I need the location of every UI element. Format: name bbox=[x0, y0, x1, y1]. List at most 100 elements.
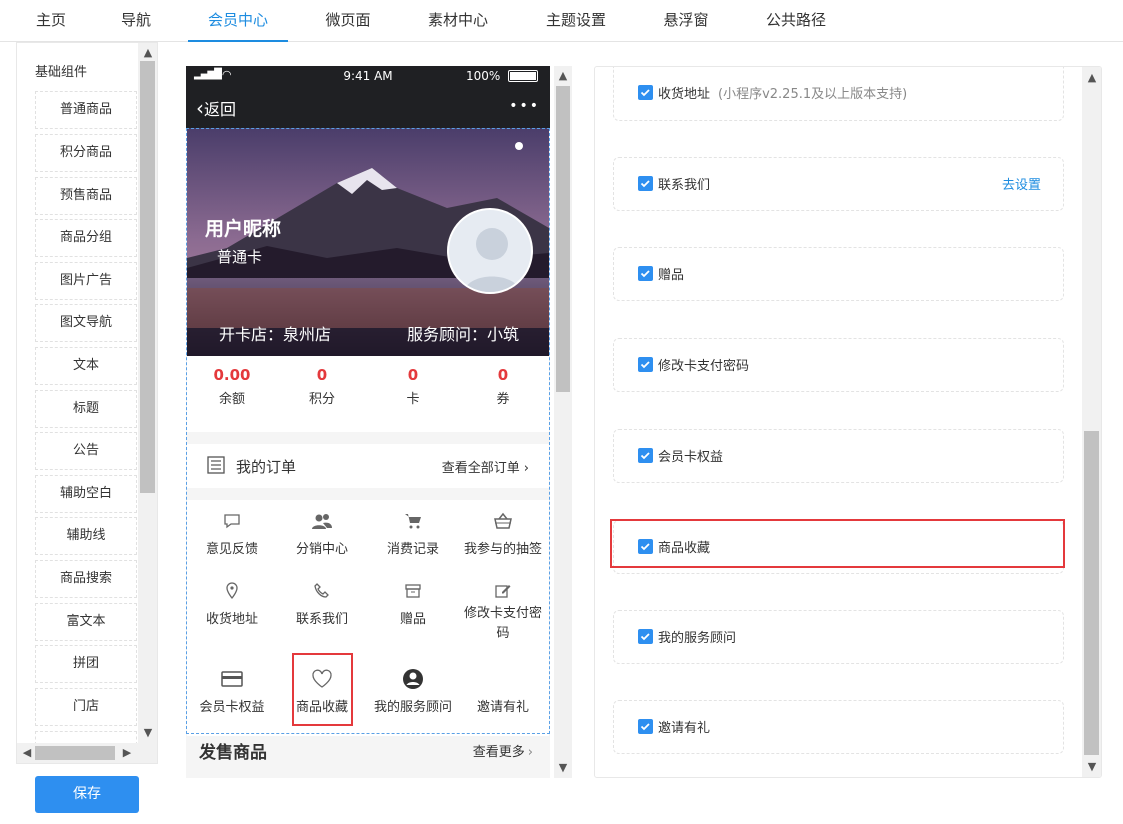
setting-option: 修改卡支付密码 bbox=[613, 338, 1064, 392]
scrollbar-thumb[interactable] bbox=[1084, 431, 1099, 755]
grid-item-label: 联系我们 bbox=[295, 612, 348, 627]
archive-box-icon bbox=[405, 584, 421, 598]
go-settings-link[interactable]: 去设置 bbox=[1002, 174, 1041, 193]
checkbox-checked-icon[interactable] bbox=[638, 357, 653, 372]
panel-vertical-scrollbar[interactable]: ▲ ▼ bbox=[138, 43, 157, 743]
cart-icon bbox=[405, 514, 421, 529]
component-item[interactable]: 普通商品 bbox=[35, 91, 137, 129]
sale-products-header: 发售商品 查看更多 › bbox=[187, 736, 549, 778]
tab-home[interactable]: 主页 bbox=[20, 0, 82, 42]
grid-item-lottery[interactable]: 我参与的抽签 bbox=[458, 510, 548, 557]
grid-item-label: 消费记录 bbox=[386, 542, 439, 557]
setting-note: (小程序v2.25.1及以上版本支持) bbox=[718, 87, 908, 102]
scroll-up-icon[interactable]: ▲ bbox=[1084, 70, 1100, 86]
view-more-link[interactable]: 查看更多 › bbox=[473, 741, 533, 760]
component-item[interactable]: 辅助空白 bbox=[35, 475, 137, 513]
member-profile-banner: 用户昵称 普通卡 开卡店：泉州店 服务顾问：小筑 bbox=[187, 128, 549, 356]
tab-micro-page[interactable]: 微页面 bbox=[312, 0, 384, 42]
scroll-up-icon[interactable]: ▲ bbox=[555, 68, 571, 84]
tab-floating-window[interactable]: 悬浮窗 bbox=[648, 0, 724, 42]
component-item[interactable]: 富文本 bbox=[35, 603, 137, 641]
checkbox-checked-icon[interactable] bbox=[638, 266, 653, 281]
balance-stat[interactable]: 0.00 余额 bbox=[197, 366, 267, 407]
scroll-down-icon[interactable]: ▼ bbox=[140, 725, 156, 741]
component-item[interactable]: 标题 bbox=[35, 390, 137, 428]
hscrollbar-thumb[interactable] bbox=[35, 746, 115, 760]
scroll-left-icon[interactable]: ◀ bbox=[19, 745, 35, 761]
setting-option: 邀请有礼 bbox=[613, 700, 1064, 754]
grid-item-card-benefits[interactable]: 会员卡权益 bbox=[187, 668, 277, 715]
points-stat[interactable]: 0 积分 bbox=[287, 366, 357, 407]
preview-scrollbar[interactable]: ▲ ▼ bbox=[554, 66, 572, 778]
card-icon bbox=[221, 671, 243, 687]
location-pin-icon bbox=[226, 582, 238, 600]
checkbox-checked-icon[interactable] bbox=[638, 719, 653, 734]
favorites-setting-highlight-box bbox=[610, 519, 1065, 568]
component-item[interactable]: 拼团 bbox=[35, 645, 137, 683]
component-item[interactable]: 积分商品 bbox=[35, 134, 137, 172]
component-item[interactable]: 商品搜索 bbox=[35, 560, 137, 598]
user-avatar-icon bbox=[463, 228, 521, 292]
tab-member-center[interactable]: 会员中心 bbox=[188, 0, 288, 42]
scrollbar-thumb[interactable] bbox=[556, 86, 570, 392]
stat-value: 0 bbox=[316, 366, 328, 384]
chevron-right-icon: › bbox=[523, 461, 529, 476]
save-button[interactable]: 保存 bbox=[35, 776, 139, 813]
users-icon bbox=[312, 514, 332, 529]
favorites-highlight-box bbox=[292, 653, 353, 726]
card-stat[interactable]: 0 卡 bbox=[378, 366, 448, 407]
panel-horizontal-scrollbar[interactable]: ◀ ▶ bbox=[17, 743, 157, 763]
checkbox-checked-icon[interactable] bbox=[638, 176, 653, 191]
grid-item-feedback[interactable]: 意见反馈 bbox=[187, 510, 277, 557]
checkbox-checked-icon[interactable] bbox=[638, 629, 653, 644]
component-item[interactable]: 门店 bbox=[35, 688, 137, 726]
component-item[interactable]: 辅助线 bbox=[35, 517, 137, 555]
grid-item-change-password[interactable]: 修改卡支付密码 bbox=[458, 580, 548, 644]
scroll-down-icon[interactable]: ▼ bbox=[555, 760, 571, 776]
settings-scrollbar[interactable]: ▲ ▼ bbox=[1082, 67, 1101, 777]
phone-icon bbox=[314, 583, 329, 598]
stat-value: 0 bbox=[497, 366, 509, 384]
basket-icon bbox=[494, 512, 512, 529]
grid-item-my-advisor[interactable]: 我的服务顾问 bbox=[368, 668, 458, 715]
edit-icon bbox=[495, 585, 511, 598]
grid-item-label: 赠品 bbox=[399, 612, 426, 627]
setting-option: 联系我们 去设置 bbox=[613, 157, 1064, 211]
setting-label: 联系我们 bbox=[658, 178, 711, 193]
my-orders-row[interactable]: 我的订单 查看全部订单 › bbox=[187, 444, 549, 488]
avatar[interactable] bbox=[447, 208, 533, 294]
checkbox-checked-icon[interactable] bbox=[638, 448, 653, 463]
member-function-grid: 意见反馈 分销中心 消费记录 我参与的抽签 收货地址 联系我们 赠品 修改卡支付… bbox=[187, 500, 549, 736]
coupon-stat[interactable]: 0 券 bbox=[468, 366, 538, 407]
grid-item-invite[interactable]: 邀请有礼 bbox=[458, 668, 548, 715]
scroll-right-icon[interactable]: ▶ bbox=[119, 745, 135, 761]
grid-item-consumption[interactable]: 消费记录 bbox=[368, 510, 458, 557]
component-item[interactable]: 预售商品 bbox=[35, 177, 137, 215]
tab-navigation[interactable]: 导航 bbox=[105, 0, 167, 42]
component-item[interactable]: 公告 bbox=[35, 432, 137, 470]
checkbox-checked-icon[interactable] bbox=[638, 85, 653, 100]
component-item[interactable]: 商品分组 bbox=[35, 219, 137, 257]
store-name: 开卡店：泉州店 bbox=[219, 325, 332, 344]
scrollbar-thumb[interactable] bbox=[140, 61, 155, 493]
view-all-orders-link[interactable]: 查看全部订单 › bbox=[442, 457, 529, 476]
component-item[interactable]: 文本 bbox=[35, 347, 137, 385]
stat-label: 余额 bbox=[218, 392, 245, 407]
tab-public-path[interactable]: 公共路径 bbox=[750, 0, 842, 42]
grid-item-gift[interactable]: 赠品 bbox=[368, 580, 458, 627]
setting-label: 我的服务顾问 bbox=[658, 631, 737, 646]
grid-item-contact[interactable]: 联系我们 bbox=[277, 580, 367, 627]
tab-material-center[interactable]: 素材中心 bbox=[412, 0, 504, 42]
grid-item-label: 我参与的抽签 bbox=[463, 542, 542, 557]
component-item[interactable]: 图片广告 bbox=[35, 262, 137, 300]
component-item[interactable]: 图文导航 bbox=[35, 304, 137, 342]
back-button[interactable]: ‹返回 bbox=[196, 96, 236, 120]
scroll-up-icon[interactable]: ▲ bbox=[140, 45, 156, 61]
settings-panel: 收货地址 (小程序v2.25.1及以上版本支持) 联系我们 去设置 赠品 修改卡支… bbox=[594, 66, 1102, 778]
tab-theme-settings[interactable]: 主题设置 bbox=[530, 0, 622, 42]
grid-item-address[interactable]: 收货地址 bbox=[187, 580, 277, 627]
scroll-down-icon[interactable]: ▼ bbox=[1084, 759, 1100, 775]
grid-item-distribution[interactable]: 分销中心 bbox=[277, 510, 367, 557]
more-icon[interactable]: ••• bbox=[509, 98, 540, 114]
grid-item-label: 邀请有礼 bbox=[476, 700, 529, 715]
